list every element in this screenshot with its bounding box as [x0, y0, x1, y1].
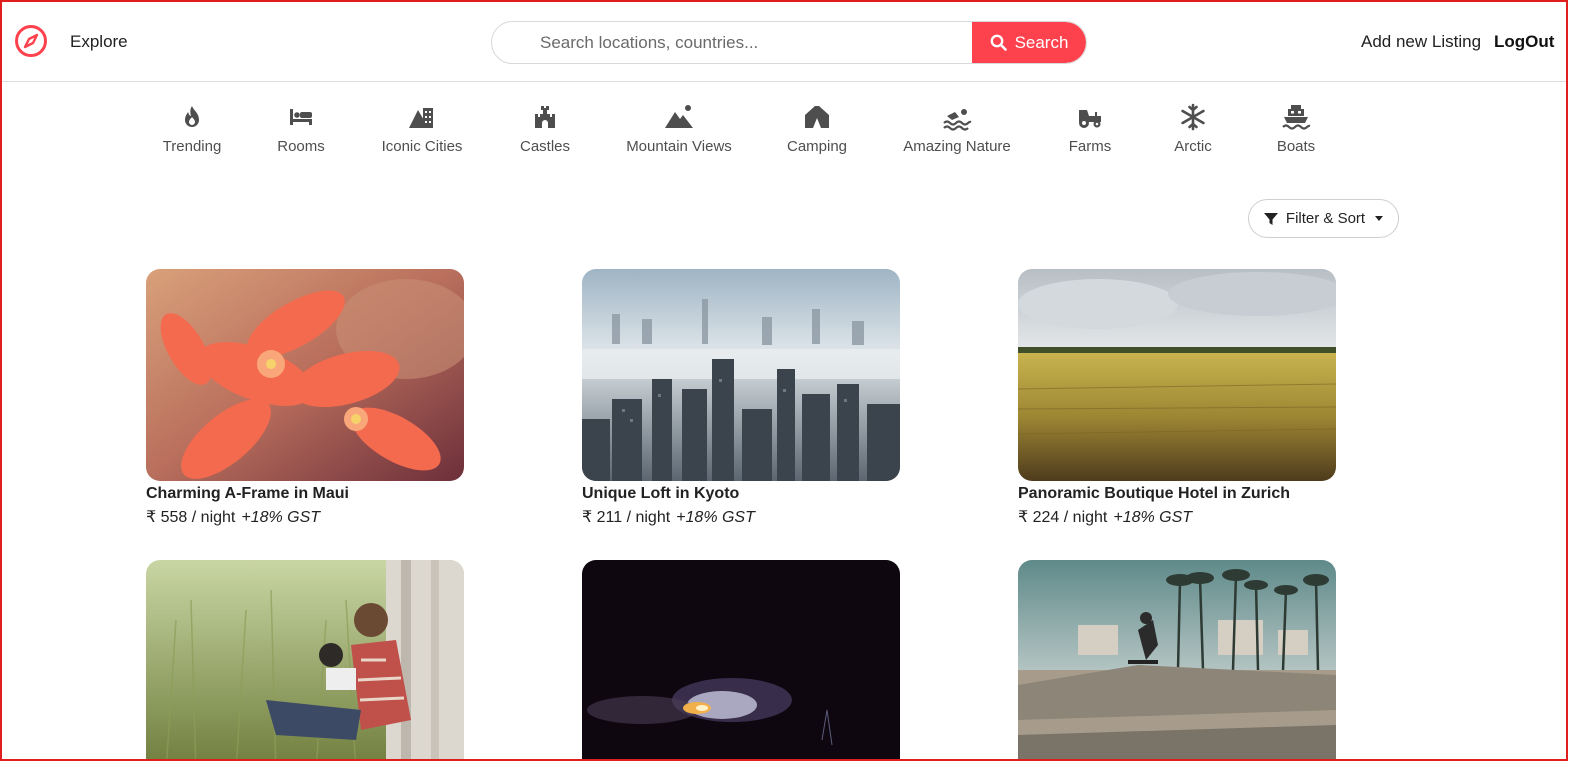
filter-label: Amazing Nature [903, 138, 1011, 155]
listing-image[interactable] [1018, 269, 1336, 481]
search-button-label: Search [1014, 32, 1069, 52]
listing-price: ₹ 224 / night +18% GST [1018, 509, 1193, 526]
listing-photo-grass [146, 560, 464, 759]
filter-sort-label: Filter & Sort [1285, 210, 1366, 227]
listing-image[interactable] [146, 560, 464, 759]
listing-photo-field [1018, 269, 1336, 481]
fire-icon [185, 106, 199, 127]
navbar: Explore Search Add new Listing LogOut [2, 2, 1566, 82]
listing-price: ₹ 211 / night +18% GST [582, 509, 755, 526]
filter-castles[interactable]: Castles [517, 102, 573, 155]
snowflake-icon [1181, 103, 1205, 131]
tent-icon [805, 106, 829, 128]
listing-photo-skatepark [1018, 560, 1336, 759]
filter-farms[interactable]: Farms [1067, 102, 1113, 155]
filter-label: Trending [162, 138, 222, 155]
listing-title: Charming A-Frame in Maui [146, 485, 349, 502]
listing-card[interactable] [146, 560, 464, 759]
filter-camping[interactable]: Camping [785, 102, 849, 155]
search-input[interactable] [492, 22, 972, 63]
filter-arctic[interactable]: Arctic [1170, 102, 1216, 155]
filter-amazing-nature[interactable]: Amazing Nature [903, 102, 1011, 155]
logout-link[interactable]: LogOut [1494, 32, 1554, 52]
filter-rooms[interactable]: Rooms [275, 102, 327, 155]
listing-image[interactable] [146, 269, 464, 481]
listing-photo-city [582, 269, 900, 481]
filter-sort-button[interactable]: Filter & Sort [1248, 199, 1399, 238]
filter-label: Rooms [277, 138, 325, 155]
category-filters: Trending Rooms Iconic Cities Castles Mou… [2, 102, 1566, 162]
scrollbar[interactable] [1568, 0, 1582, 768]
filter-trending[interactable]: Trending [161, 102, 223, 155]
filter-iconic-cities[interactable]: Iconic Cities [379, 102, 465, 155]
listing-image[interactable] [582, 269, 900, 481]
listing-card[interactable] [582, 560, 900, 759]
listing-image[interactable] [582, 560, 900, 759]
listing-card[interactable]: Charming A-Frame in Maui ₹ 558 / night +1… [146, 269, 464, 527]
search-button[interactable]: Search [972, 22, 1086, 63]
gst-note: +18% GST [676, 509, 755, 526]
listing-card[interactable] [1018, 560, 1336, 759]
listing-title: Panoramic Boutique Hotel in Zurich [1018, 485, 1291, 502]
nav-explore-link[interactable]: Explore [70, 32, 128, 52]
gst-note: +18% GST [1113, 509, 1193, 526]
search-bar: Search [491, 21, 1087, 64]
filter-label: Arctic [1174, 138, 1212, 155]
app-window: Explore Search Add new Listing LogOut Tr… [0, 0, 1568, 761]
filter-label: Castles [519, 138, 571, 155]
funnel-icon [1263, 212, 1278, 225]
add-listing-link[interactable]: Add new Listing [1361, 32, 1481, 52]
city-icon [409, 108, 433, 128]
listing-photo-flowers [146, 269, 464, 481]
filter-label: Mountain Views [626, 138, 732, 155]
swimmer-icon [943, 109, 972, 131]
ship-icon [1282, 105, 1311, 130]
filter-label: Boats [1276, 138, 1316, 155]
filter-label: Iconic Cities [381, 138, 463, 155]
filter-label: Farms [1068, 138, 1112, 155]
listing-image[interactable] [1018, 560, 1336, 759]
listing-title: Unique Loft in Kyoto [582, 485, 740, 502]
listing-photo-smoke [582, 560, 900, 759]
listing-card[interactable]: Unique Loft in Kyoto ₹ 211 / night +18% G… [582, 269, 900, 527]
tractor-icon [1079, 110, 1101, 128]
filter-mountain-views[interactable]: Mountain Views [625, 102, 733, 155]
chevron-down-icon [1375, 216, 1384, 221]
listing-price: ₹ 558 / night +18% GST [146, 509, 321, 526]
listing-card[interactable]: Panoramic Boutique Hotel in Zurich ₹ 224… [1018, 269, 1336, 527]
filter-label: Camping [786, 138, 848, 155]
compass-icon[interactable] [14, 24, 48, 58]
search-icon [990, 34, 1007, 51]
castle-icon [535, 106, 555, 128]
filter-boats[interactable]: Boats [1273, 102, 1319, 155]
gst-note: +18% GST [241, 509, 321, 526]
bed-icon [290, 109, 312, 125]
mountain-icon [665, 105, 693, 128]
